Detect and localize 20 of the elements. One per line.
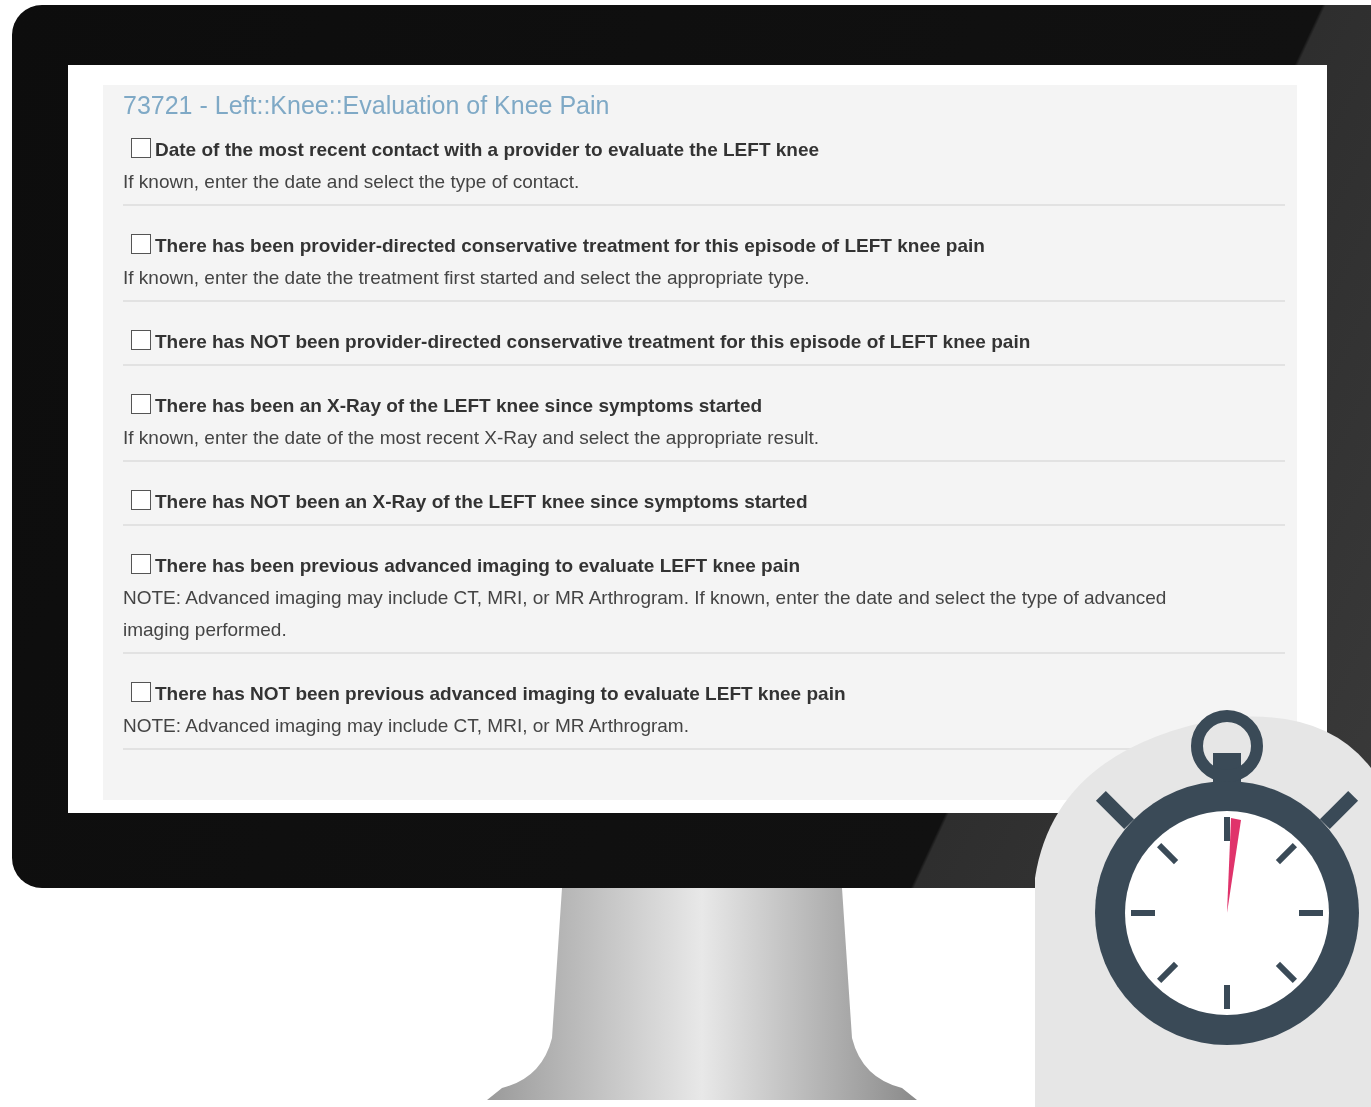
note-text: If known, enter the date the treatment first started and select the appropriate type. <box>123 266 811 290</box>
note-text: If known, enter the date of the most recent X-Ray and select the appropriate result. <box>123 426 820 450</box>
checkbox[interactable] <box>131 490 151 510</box>
checkbox[interactable] <box>131 394 151 414</box>
checkbox-label: There has NOT been provider-directed conservative treatment for this episode of LEFT knee pain <box>155 331 1031 353</box>
checkbox-label: There has NOT been an X-Ray of the LEFT knee since symptoms started <box>155 491 808 513</box>
note-text: NOTE: Advanced imaging may include CT, MRI, or MR Arthrogram. If known, enter the date and select the type of advanced imaging performed. <box>123 586 1168 642</box>
checkbox-label: There has been an X-Ray of the LEFT knee since symptoms started <box>155 395 763 417</box>
note-text: NOTE: Advanced imaging may include CT, MRI, or MR Arthrogram. <box>123 714 690 738</box>
checkbox-label: There has been provider-directed conservative treatment for this episode of LEFT knee pain <box>155 235 985 257</box>
form-title: 73721 - Left::Knee::Evaluation of Knee Pain <box>123 91 611 120</box>
checkbox-label: There has NOT been previous advanced imaging to evaluate LEFT knee pain <box>155 683 846 705</box>
note-text: If known, enter the date and select the type of contact. <box>123 170 581 194</box>
checkbox[interactable] <box>131 234 151 254</box>
checkbox[interactable] <box>131 682 151 702</box>
checkbox-label: Date of the most recent contact with a provider to evaluate the LEFT knee <box>155 139 820 161</box>
checkbox-label: There has been previous advanced imaging to evaluate LEFT knee pain <box>155 555 801 577</box>
checkbox[interactable] <box>131 138 151 158</box>
checkbox[interactable] <box>131 554 151 574</box>
checkbox[interactable] <box>131 330 151 350</box>
